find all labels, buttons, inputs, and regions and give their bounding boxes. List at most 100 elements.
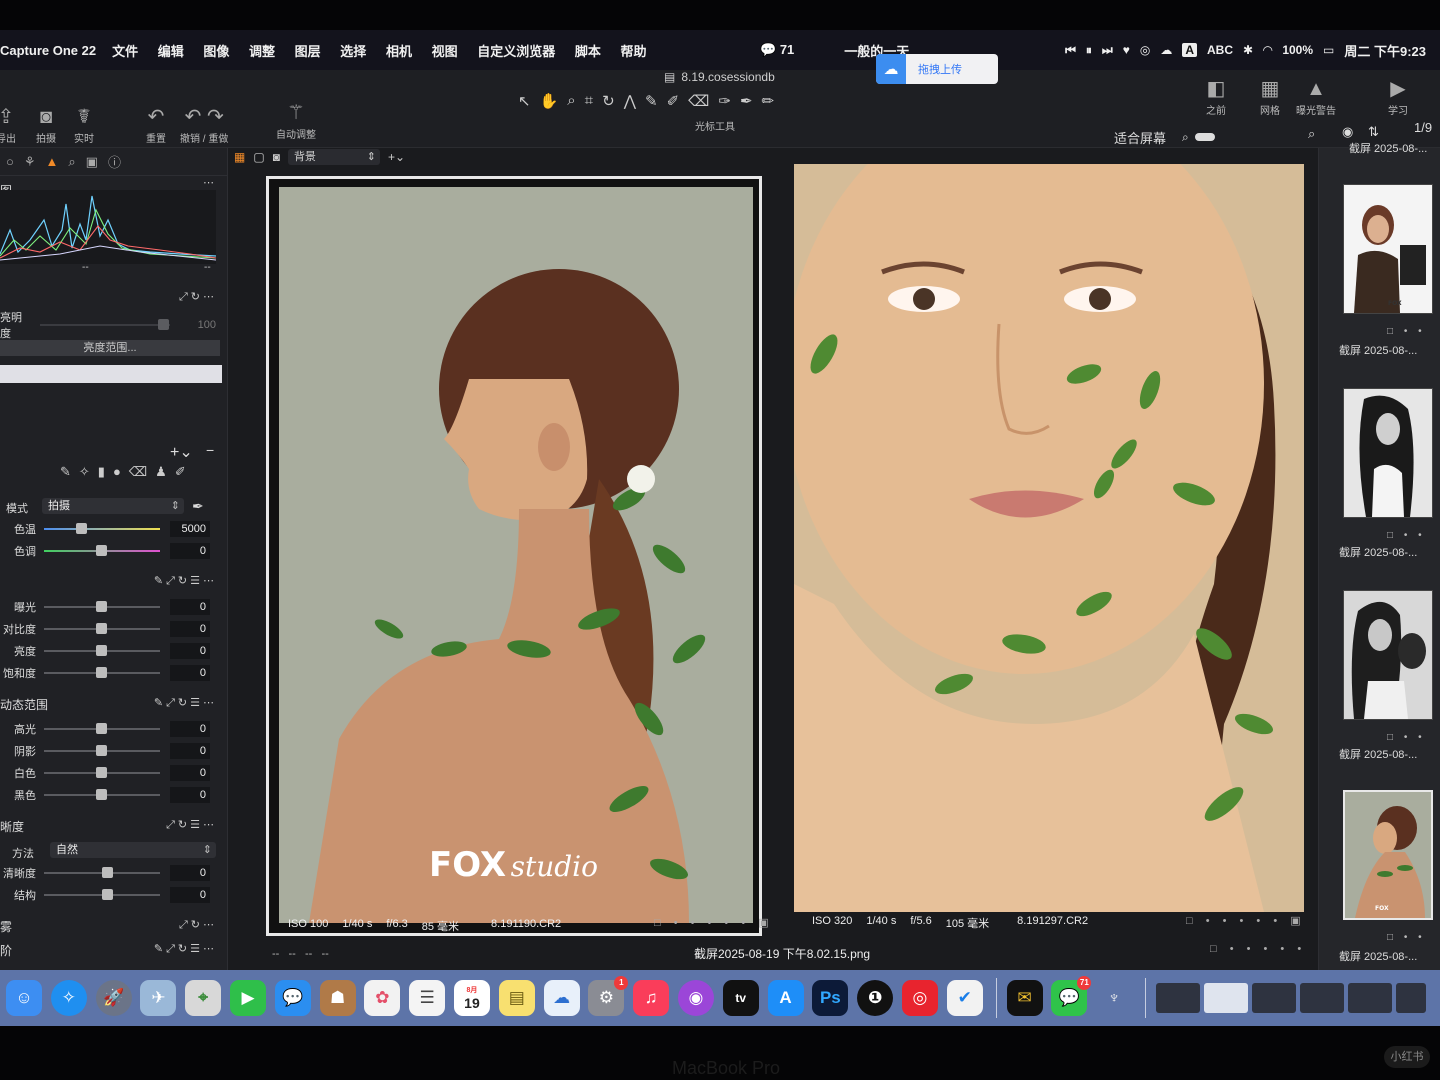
live-button[interactable]: ☤ 实时 — [74, 104, 94, 145]
baidu-cloud-icon[interactable]: ☁ — [1160, 43, 1172, 57]
finder-icon[interactable]: ☺ — [6, 980, 42, 1016]
minimized-window[interactable] — [1395, 983, 1426, 1013]
rating-dots-icon[interactable]: □ • • • • • ▣ — [654, 916, 774, 929]
remove-layer-icon[interactable]: − — [206, 442, 214, 458]
brightness-value[interactable]: 100 — [180, 317, 220, 333]
saturation-value[interactable]: 0 — [170, 665, 210, 681]
zoom-knob[interactable] — [1194, 133, 1215, 141]
thumbnail[interactable] — [1343, 388, 1433, 518]
clarity-method-select[interactable]: 自然 ⇕ — [50, 842, 216, 858]
exposure-section-icons[interactable]: ✎⤢↻☰⋯ — [154, 574, 217, 588]
heart-icon[interactable]: ♥ — [1123, 43, 1130, 57]
sort-icon[interactable]: ⇅ — [1368, 124, 1379, 140]
brightness-knob[interactable] — [158, 319, 169, 330]
section-tools-icon[interactable]: ⤢↻⋯ — [179, 290, 217, 304]
highlight-slider[interactable] — [44, 723, 160, 734]
menu-custom-browser[interactable]: 自定义浏览器 — [477, 44, 555, 59]
calendar-icon[interactable]: 8月 19 — [453, 980, 490, 1016]
clarity-knob[interactable] — [102, 867, 113, 878]
fit-screen-button[interactable]: 适合屏幕 — [1114, 128, 1166, 147]
photo-left[interactable]: FOX studio — [266, 176, 762, 936]
preview-icon[interactable]: ◙ — [273, 150, 280, 164]
menu-edit[interactable]: 编辑 — [158, 44, 184, 59]
thumbnail[interactable] — [1343, 590, 1433, 720]
thumb-controls[interactable]: □ • • — [1387, 732, 1426, 743]
add-layer-icon[interactable]: +⌄ — [170, 442, 193, 462]
picker-icon[interactable]: ✒ — [740, 92, 753, 110]
black-slider[interactable] — [44, 789, 160, 800]
single-view-icon[interactable]: ▢ — [253, 150, 264, 164]
next-track-icon[interactable]: ⏭ — [1102, 43, 1113, 58]
keystone-icon[interactable]: ⋀ — [624, 92, 636, 110]
dingtalk-icon[interactable]: ✔ — [946, 980, 983, 1016]
shadow-knob[interactable] — [96, 745, 107, 756]
battery-icon[interactable]: ▭ — [1323, 43, 1334, 57]
rating-dots-icon[interactable]: □ • • • • • — [1210, 943, 1306, 955]
contrast-slider[interactable] — [44, 623, 160, 634]
contacts-icon[interactable]: ☗ — [319, 980, 356, 1016]
black-knob[interactable] — [96, 789, 107, 800]
wb-temp-knob[interactable] — [76, 523, 87, 534]
crop-icon[interactable]: ⌗ — [585, 92, 593, 110]
brightness2-value[interactable]: 0 — [170, 643, 210, 659]
photos-icon[interactable]: ✿ — [364, 980, 401, 1016]
minimized-window[interactable] — [1299, 983, 1344, 1013]
exposure-knob[interactable] — [96, 601, 107, 612]
export-button[interactable]: ⇪ 导出 — [0, 104, 16, 145]
safari-icon[interactable]: ✧ — [50, 980, 87, 1016]
wb-tint-value[interactable]: 0 — [170, 543, 210, 559]
brightness2-knob[interactable] — [96, 645, 107, 656]
color-tab-icon[interactable]: ⚘ — [24, 154, 36, 170]
photo-right[interactable] — [784, 94, 1304, 912]
netease-music-icon[interactable]: ◎ — [901, 980, 938, 1016]
menu-layer[interactable]: 图层 — [295, 44, 321, 59]
learn-button[interactable]: ▶ 学习 — [1388, 76, 1408, 117]
messages-icon[interactable]: 💬 — [274, 980, 311, 1016]
caption-controls[interactable]: □ • • • • • — [1210, 943, 1306, 955]
brightness-range-button[interactable]: 亮度范围... — [0, 340, 220, 356]
saturation-knob[interactable] — [96, 667, 107, 678]
undo-redo-button[interactable]: ↶ ↷ 撤销 / 重做 — [180, 104, 228, 145]
reminders-icon[interactable]: ☰ — [409, 980, 446, 1016]
capture-one-icon[interactable]: ❶ — [857, 980, 894, 1016]
launchpad-icon[interactable]: 🚀 — [95, 980, 132, 1016]
notes-icon[interactable]: ▤ — [498, 980, 535, 1016]
wb-temp-value[interactable]: 5000 — [170, 521, 210, 537]
eraser-icon[interactable]: ⌫ — [688, 92, 709, 110]
menu-select[interactable]: 选择 — [340, 44, 366, 59]
gradient-icon[interactable]: ✑ — [718, 92, 731, 110]
auto-adjust-button[interactable]: ⚚ 自动调整 — [276, 100, 316, 141]
grid-view-icon[interactable]: ▦ — [234, 150, 245, 164]
capture-button[interactable]: ◙ 拍摄 — [36, 104, 56, 145]
file-transfer-icon[interactable]: ✉ — [1006, 980, 1043, 1016]
white-slider[interactable] — [44, 767, 160, 778]
baidu-netdisk-icon[interactable]: ☁ — [543, 980, 580, 1016]
facetime-icon[interactable]: ▶ — [229, 980, 266, 1016]
structure-slider[interactable] — [44, 889, 160, 900]
grid-button[interactable]: ▦ 网格 — [1260, 76, 1280, 117]
brush-icon[interactable]: ✐ — [667, 92, 680, 110]
annotate-icon[interactable]: ✏ — [762, 92, 775, 110]
podcasts-icon[interactable]: ◉ — [677, 980, 714, 1016]
zoom-out-icon[interactable]: ⌕ — [1182, 130, 1189, 145]
details-tab-icon[interactable]: ⌕ — [68, 154, 75, 170]
thumb-controls[interactable]: □ • • — [1387, 530, 1426, 541]
reset-button[interactable]: ↶ 重置 — [146, 104, 166, 145]
adjustments-tab-icon[interactable]: ▣ — [86, 154, 98, 170]
menu-view[interactable]: 视图 — [432, 44, 458, 59]
structure-knob[interactable] — [102, 889, 113, 900]
layer-mask-bar[interactable] — [0, 365, 222, 383]
white-value[interactable]: 0 — [170, 765, 210, 781]
brightness-slider[interactable] — [40, 319, 170, 330]
shadow-value[interactable]: 0 — [170, 743, 210, 759]
menu-camera[interactable]: 相机 — [386, 44, 412, 59]
eyedropper-icon[interactable]: ✒ — [192, 498, 204, 515]
contrast-value[interactable]: 0 — [170, 621, 210, 637]
shadow-slider[interactable] — [44, 745, 160, 756]
dehaze-section-icons[interactable]: ⤢↻⋯ — [179, 918, 217, 932]
layer-tools[interactable]: ✎✧▮●⌫♟✐ — [60, 464, 194, 480]
menu-image[interactable]: 图像 — [203, 44, 229, 59]
brightness2-slider[interactable] — [44, 645, 160, 656]
wechat-status[interactable]: 💬 71 — [760, 42, 794, 58]
structure-value[interactable]: 0 — [170, 887, 210, 903]
